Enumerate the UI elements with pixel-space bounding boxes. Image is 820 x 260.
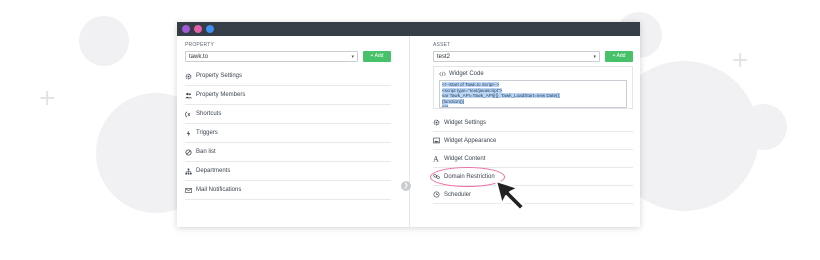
asset-select[interactable]: test2 ▾ bbox=[433, 50, 600, 62]
menu-item-widget-appearance[interactable]: Widget Appearance bbox=[433, 132, 633, 150]
hierarchy-icon bbox=[185, 168, 192, 174]
lightning-icon bbox=[186, 129, 191, 137]
code-line: <script type="text/javascript"> bbox=[442, 87, 503, 93]
widget-code-section: Widget Code <!--Start of Tawk.to Script-… bbox=[433, 66, 633, 109]
menu-item-label: Triggers bbox=[196, 130, 218, 136]
gear-icon bbox=[185, 73, 192, 79]
asset-label: ASSET bbox=[433, 42, 451, 48]
chevron-right-icon[interactable]: ❯ bbox=[401, 181, 411, 191]
menu-item-shortcuts[interactable]: Shortcuts bbox=[185, 105, 391, 124]
mail-icon bbox=[185, 187, 192, 193]
code-line: var bbox=[442, 104, 449, 108]
property-label: PROPERTY bbox=[185, 42, 215, 48]
menu-item-label: Property Members bbox=[196, 92, 246, 98]
window-dot-blue[interactable] bbox=[206, 25, 214, 33]
widget-code-title: Widget Code bbox=[449, 71, 484, 77]
menu-item-mail-notifications[interactable]: Mail Notifications bbox=[185, 181, 391, 200]
code-icon bbox=[439, 71, 446, 77]
add-property-button[interactable]: + Add bbox=[363, 50, 391, 62]
background-circle bbox=[741, 104, 787, 150]
property-select[interactable]: tawk.to ▾ bbox=[185, 50, 358, 62]
asset-menu: Widget Settings Widget Appearance A Widg… bbox=[433, 114, 633, 204]
menu-item-label: Ban list bbox=[196, 149, 216, 155]
select-caret-icon: ▾ bbox=[351, 53, 354, 60]
image-icon bbox=[433, 137, 440, 144]
plus-decoration: + bbox=[38, 86, 57, 111]
menu-item-label: Departments bbox=[196, 168, 231, 174]
menu-item-label: Shortcuts bbox=[196, 111, 222, 117]
menu-item-scheduler[interactable]: Scheduler bbox=[433, 186, 633, 204]
menu-item-label: Widget Content bbox=[444, 155, 486, 162]
select-caret-icon: ▾ bbox=[593, 53, 596, 60]
app-window: PROPERTY tawk.to ▾ + Add Property Settin… bbox=[177, 22, 640, 227]
font-icon: A bbox=[433, 155, 439, 162]
window-dot-purple[interactable] bbox=[182, 25, 190, 33]
menu-item-departments[interactable]: Departments bbox=[185, 162, 391, 181]
ban-icon bbox=[185, 148, 192, 156]
menu-item-label: Widget Settings bbox=[444, 119, 487, 126]
asset-select-value: test2 bbox=[437, 53, 451, 60]
property-select-value: tawk.to bbox=[189, 53, 209, 60]
menu-item-label: Property Settings bbox=[196, 73, 243, 79]
code-line: (function(){ bbox=[442, 98, 465, 104]
svg-text:A: A bbox=[433, 155, 439, 162]
code-line: var Tawk_API=Tawk_API||{}, Tawk_LoadStar… bbox=[442, 93, 561, 99]
users-icon bbox=[185, 92, 192, 98]
window-titlebar bbox=[177, 22, 640, 36]
menu-item-label: Widget Appearance bbox=[444, 137, 497, 144]
window-dot-pink[interactable] bbox=[194, 25, 202, 33]
menu-item-property-settings[interactable]: Property Settings bbox=[185, 67, 391, 86]
gear-icon bbox=[433, 119, 440, 126]
widget-code-header: Widget Code bbox=[439, 71, 627, 77]
shortcut-icon bbox=[185, 110, 191, 118]
menu-item-label: Scheduler bbox=[444, 191, 472, 198]
panel-divider bbox=[409, 36, 410, 227]
cursor-arrow-icon bbox=[495, 180, 525, 211]
menu-item-widget-content[interactable]: A Widget Content bbox=[433, 150, 633, 168]
menu-item-property-members[interactable]: Property Members bbox=[185, 86, 391, 105]
plus-decoration: + bbox=[731, 48, 750, 73]
menu-item-ban-list[interactable]: Ban list bbox=[185, 143, 391, 162]
background-circle bbox=[79, 16, 129, 66]
menu-item-triggers[interactable]: Triggers bbox=[185, 124, 391, 143]
menu-item-label: Mail Notifications bbox=[196, 187, 242, 193]
code-line: <!--Start of Tawk.to Script--> bbox=[442, 82, 500, 87]
add-asset-button[interactable]: + Add bbox=[605, 50, 633, 62]
widget-code-textarea[interactable]: <!--Start of Tawk.to Script--> <script t… bbox=[439, 80, 627, 108]
menu-item-widget-settings[interactable]: Widget Settings bbox=[433, 114, 633, 132]
property-panel: PROPERTY tawk.to ▾ + Add Property Settin… bbox=[185, 42, 391, 200]
clock-icon bbox=[433, 191, 440, 198]
property-menu: Property Settings Property Members Short… bbox=[185, 67, 391, 200]
